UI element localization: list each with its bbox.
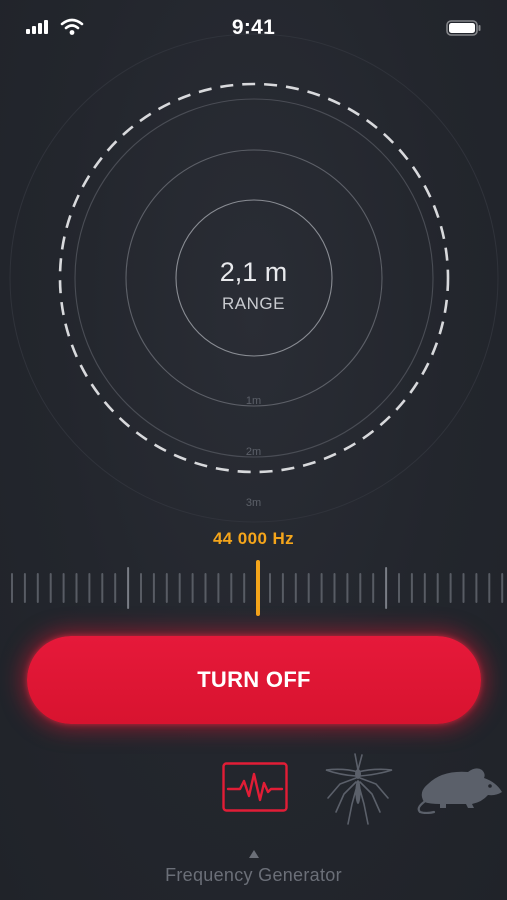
ring-label-3m: 3m [245,497,262,509]
frequency-readout: 44 000 Hz [212,529,295,548]
rodent-icon[interactable] [416,762,504,814]
app-screen: 9:41 2,1 m RANGE 1m 2m 3m 44 000 Hz TURN… [0,0,507,900]
range-value: 2,1 m [219,257,288,287]
frequency-generator-icon[interactable] [222,762,288,812]
range-dial: 2,1 m RANGE 1m 2m 3m [0,0,507,540]
turn-off-button[interactable]: TURN OFF [27,636,481,724]
frequency-slider[interactable] [0,556,507,620]
ring-label-1m: 1m [245,395,262,407]
mode-indicator-icon [249,850,259,858]
ring-label-2m: 2m [245,446,262,458]
current-mode-label: Frequency Generator [165,865,342,885]
mosquito-icon[interactable] [322,750,394,826]
turn-off-button-label: TURN OFF [197,667,311,692]
range-label: RANGE [222,294,285,313]
